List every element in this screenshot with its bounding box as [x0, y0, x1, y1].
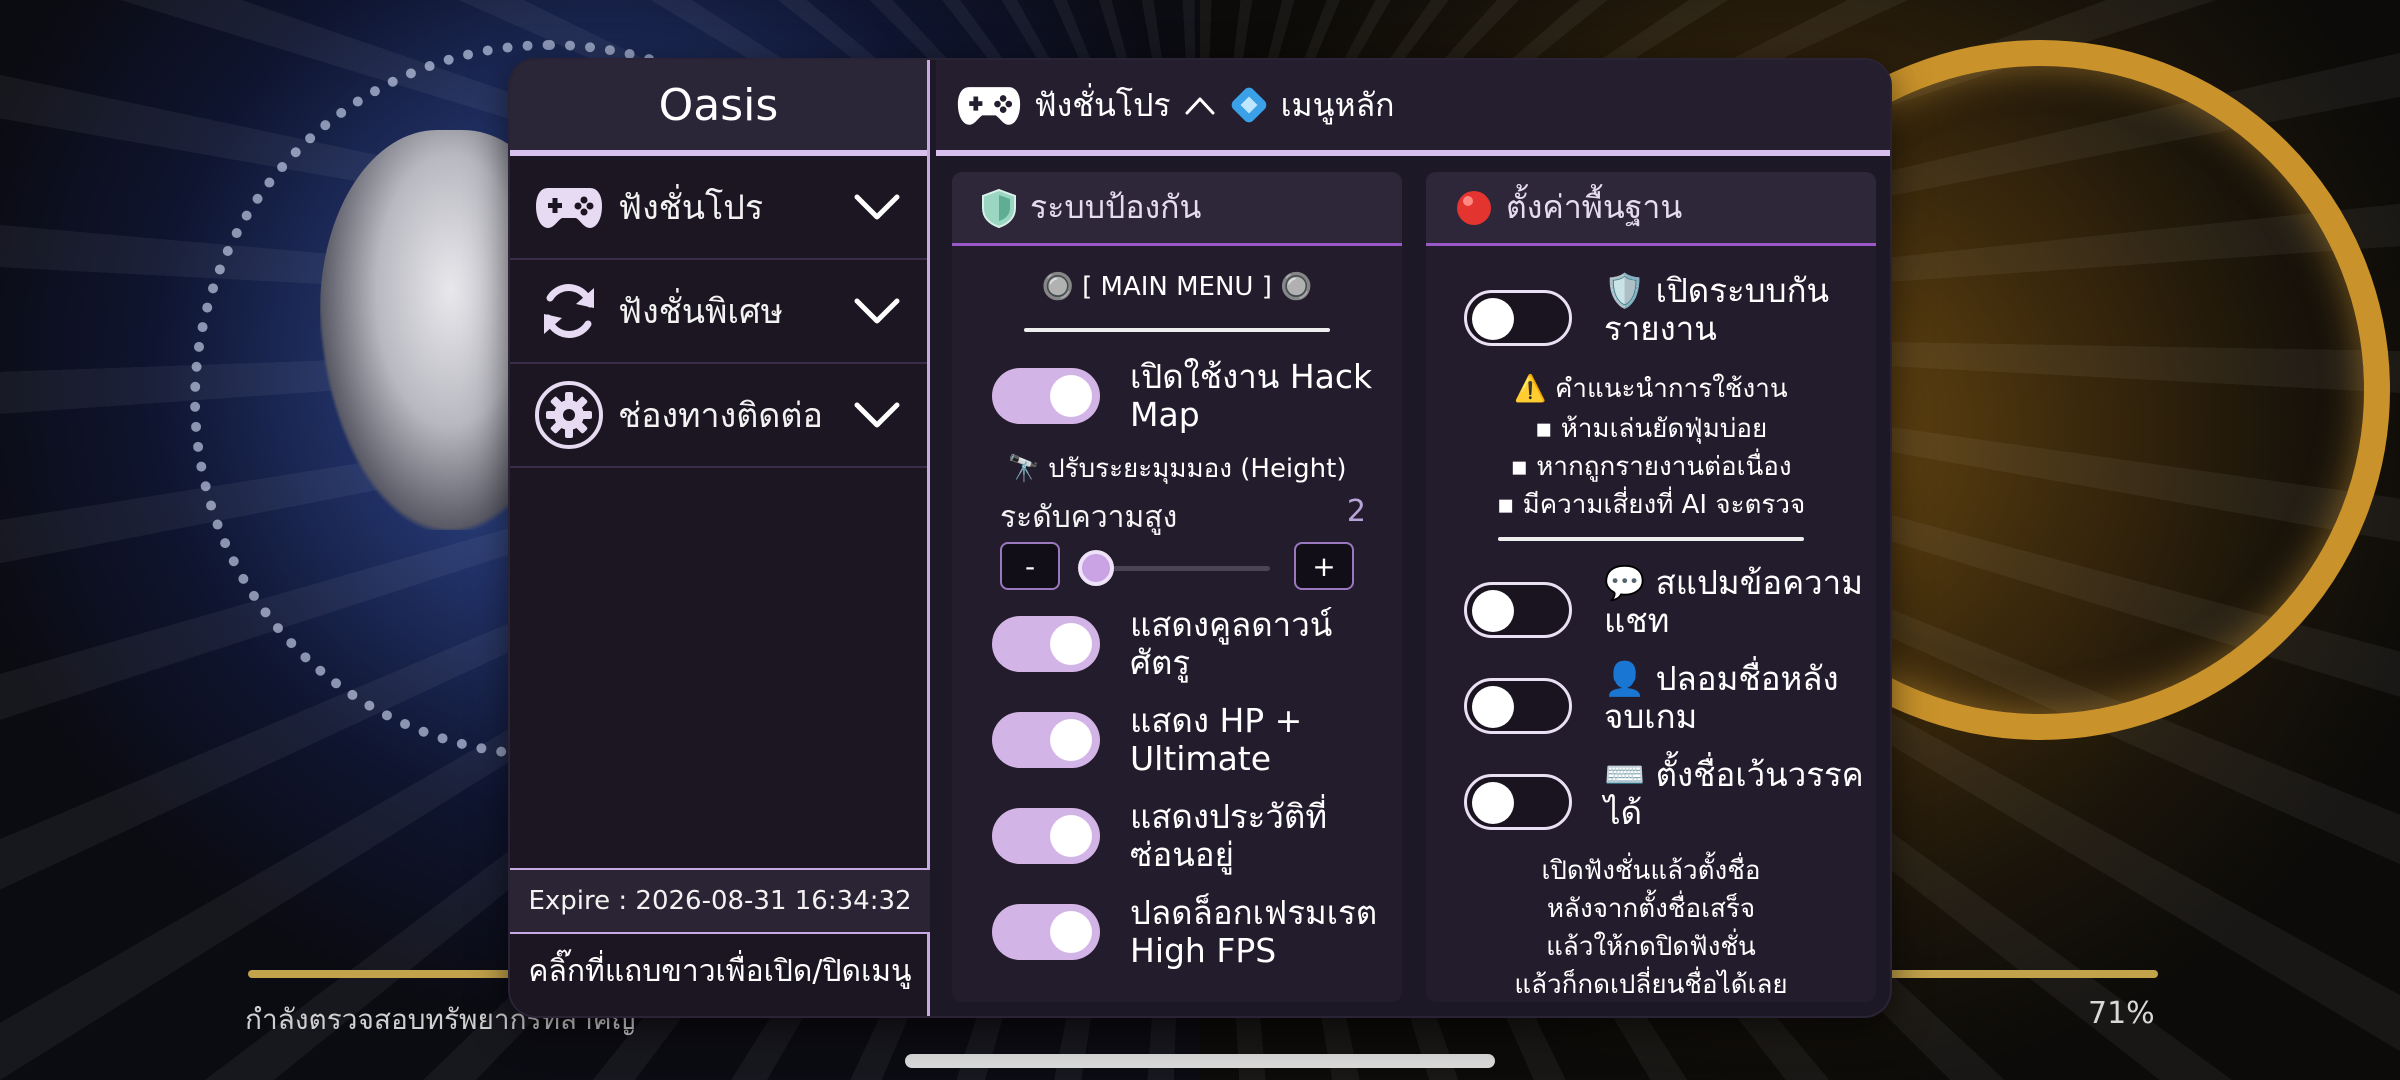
chevron-down-icon	[854, 402, 900, 428]
hp-ultimate-toggle[interactable]	[992, 712, 1100, 768]
usage-tip: ▪ หากถูกรายงานต่อเนื่อง	[1510, 452, 1792, 482]
height-increase-button[interactable]: +	[1294, 542, 1354, 590]
sidebar-item-label: ช่องทางติดต่อ	[618, 396, 823, 436]
usage-tip: ▪ ห้ามเล่นยัดฟุ่มบ่อย	[1534, 414, 1768, 444]
option-label: ปลดล็อกเฟรมเรต High FPS	[1130, 893, 1378, 970]
main-menu-label: 🔘 [ MAIN MENU ] 🔘	[1041, 272, 1313, 302]
usage-title: ⚠️ คำแนะนำการใช้งาน	[1514, 374, 1788, 404]
sidebar-item-label: ฟังชั่นโปร	[618, 188, 764, 228]
sidebar-item-special-functions[interactable]: ฟังชั่นพิเศษ	[510, 260, 927, 364]
breadcrumb-section[interactable]: ฟังชั่นโปร	[1034, 80, 1171, 131]
chevron-down-icon	[854, 194, 900, 220]
chevron-up-icon	[1185, 97, 1215, 115]
option-label: แสดงคูลดาวน์ศัตรู	[1130, 605, 1333, 682]
hack-map-toggle[interactable]	[992, 368, 1100, 424]
anti-report-toggle[interactable]	[1464, 290, 1572, 346]
chevron-down-icon	[854, 298, 900, 324]
option-label: 👤 ปลอมชื่อหลังจบเกม	[1604, 659, 1839, 736]
gear-icon	[532, 378, 606, 452]
breadcrumb-page[interactable]: เมนูหลัก	[1281, 80, 1395, 131]
breadcrumb: ฟังชั่นโปร เมนูหลัก	[936, 60, 1890, 156]
sidebar: Oasis ฟังชั่นโปร ฟังชั่นพิเศษ ช่องทางติด…	[510, 60, 930, 1016]
space-name-toggle[interactable]	[1464, 774, 1572, 830]
option-label: 💬 สแปมข้อความแชท	[1604, 563, 1863, 640]
sidebar-item-contact[interactable]: ช่องทางติดต่อ	[510, 364, 927, 468]
rename-note: แล้วให้กดปิดฟังชั่น	[1546, 932, 1756, 962]
option-label: แสดงประวัติที่ซ่อนอยู่	[1130, 797, 1328, 874]
home-indicator[interactable]	[905, 1054, 1495, 1068]
rename-note: หลังจากตั้งชื่อเสร็จ	[1546, 894, 1756, 924]
panel-title: ระบบป้องกัน	[1030, 188, 1202, 226]
option-label: ⌨️ ตั้งชื่อเว้นวรรคได้	[1604, 755, 1864, 832]
spam-chat-toggle[interactable]	[1464, 582, 1572, 638]
shield-icon	[982, 188, 1016, 228]
sidebar-item-label: ฟังชั่นพิเศษ	[618, 292, 784, 332]
anti-report-label: 🛡️ เปิดระบบกันรายงาน	[1604, 271, 1830, 348]
expire-date: Expire : 2026-08-31 16:34:32	[510, 868, 930, 934]
toggle-menu-hint[interactable]: คลิ๊กที่แถบขาวเพื่อเปิด/ปิดเมนู	[510, 934, 930, 1008]
red-circle-icon	[1457, 190, 1491, 225]
diamond-icon	[1231, 87, 1266, 123]
height-decrease-button[interactable]: -	[1000, 542, 1060, 590]
hack-map-label: เปิดใช้งาน Hack Map	[1130, 357, 1373, 434]
mod-menu-window: Oasis ฟังชั่นโปร ฟังชั่นพิเศษ ช่องทางติด…	[510, 60, 1890, 1016]
high-fps-toggle[interactable]	[992, 904, 1100, 960]
gamepad-icon	[957, 87, 1021, 125]
rename-note: แล้วก็กดเปลี่ยนชื่อได้เลย	[1514, 970, 1788, 1000]
cooldown-toggle[interactable]	[992, 616, 1100, 672]
basic-settings-panel: ตั้งค่าพื้นฐาน 🛡️ เปิดระบบกันรายงาน ⚠️ ค…	[1426, 172, 1876, 1002]
divider	[1498, 537, 1804, 541]
refresh-icon	[532, 274, 606, 348]
protection-panel: ระบบป้องกัน 🔘 [ MAIN MENU ] 🔘 เปิดใช้งาน…	[952, 172, 1402, 1002]
height-label: ระดับความสูง	[1000, 500, 1178, 535]
option-label: แสดง HP + Ultimate	[1130, 701, 1303, 778]
height-slider-thumb[interactable]	[1078, 550, 1114, 586]
menu-title[interactable]: Oasis	[510, 60, 927, 156]
usage-tip: ▪ มีความเสี่ยงที่ AI จะตรวจ	[1496, 490, 1806, 520]
height-note: 🔭 ปรับระยะมุมมอง (Height)	[1007, 454, 1347, 484]
rename-note: เปิดฟังชั่นแล้วตั้งชื่อ	[1541, 856, 1761, 886]
divider	[1024, 328, 1330, 332]
panel-title: ตั้งค่าพื้นฐาน	[1506, 188, 1683, 226]
panel-header: ตั้งค่าพื้นฐาน	[1426, 172, 1876, 246]
loading-percent: 71%	[2088, 996, 2155, 1031]
height-value: 2	[1346, 494, 1366, 529]
sidebar-item-pro-functions[interactable]: ฟังชั่นโปร	[510, 156, 927, 260]
panel-header: ระบบป้องกัน	[952, 172, 1402, 246]
gamepad-icon	[532, 170, 606, 244]
hidden-history-toggle[interactable]	[992, 808, 1100, 864]
fake-name-toggle[interactable]	[1464, 678, 1572, 734]
